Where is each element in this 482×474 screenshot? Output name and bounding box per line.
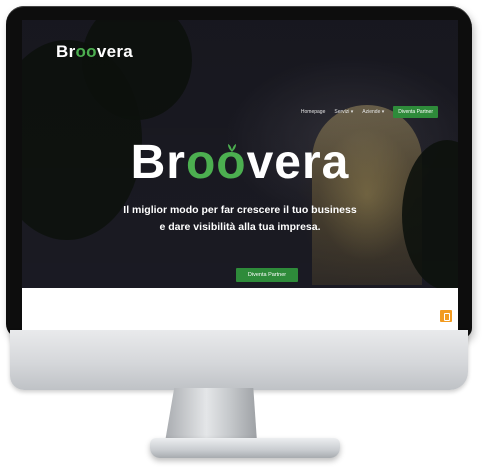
hero-subtitle: Il miglior modo per far crescere il tuo …	[22, 202, 458, 236]
nav-item-homepage[interactable]: Homepage	[301, 109, 325, 115]
nav-item-aziende[interactable]: Aziende ▾	[362, 109, 384, 115]
leaf-icon	[228, 144, 236, 152]
nav-item-servizi[interactable]: Servizi ▾	[334, 109, 353, 115]
hero-subtitle-line2: e dare visibilità alla tua impresa.	[159, 221, 321, 233]
hero-title-suffix: vera	[246, 136, 350, 189]
chat-icon[interactable]	[440, 310, 452, 322]
imac-monitor: Broovera Homepage Servizi ▾ Aziende ▾ Di…	[0, 0, 482, 474]
website-screen: Broovera Homepage Servizi ▾ Aziende ▾ Di…	[22, 20, 458, 330]
hero-logo-title: Broovera	[22, 138, 458, 188]
nav-diventa-partner-button[interactable]: Diventa Partner	[393, 106, 438, 118]
main-navigation: Homepage Servizi ▾ Aziende ▾ Diventa Par…	[301, 106, 438, 118]
monitor-chin	[10, 330, 468, 390]
logo-text-oo: oo	[75, 42, 97, 61]
monitor-stand-neck	[165, 388, 257, 442]
hero-title-prefix: Br	[130, 136, 186, 189]
logo-text-prefix: Br	[56, 42, 76, 61]
hero-subtitle-line1: Il miglior modo per far crescere il tuo …	[123, 204, 357, 216]
hero-diventa-partner-button[interactable]: Diventa Partner	[236, 268, 298, 282]
content-section	[22, 288, 458, 330]
hero-title-oo: oo	[185, 136, 247, 189]
logo-text-suffix: vera	[96, 42, 134, 61]
header-logo[interactable]: Broovera	[56, 42, 133, 62]
monitor-stand-base	[150, 438, 340, 458]
